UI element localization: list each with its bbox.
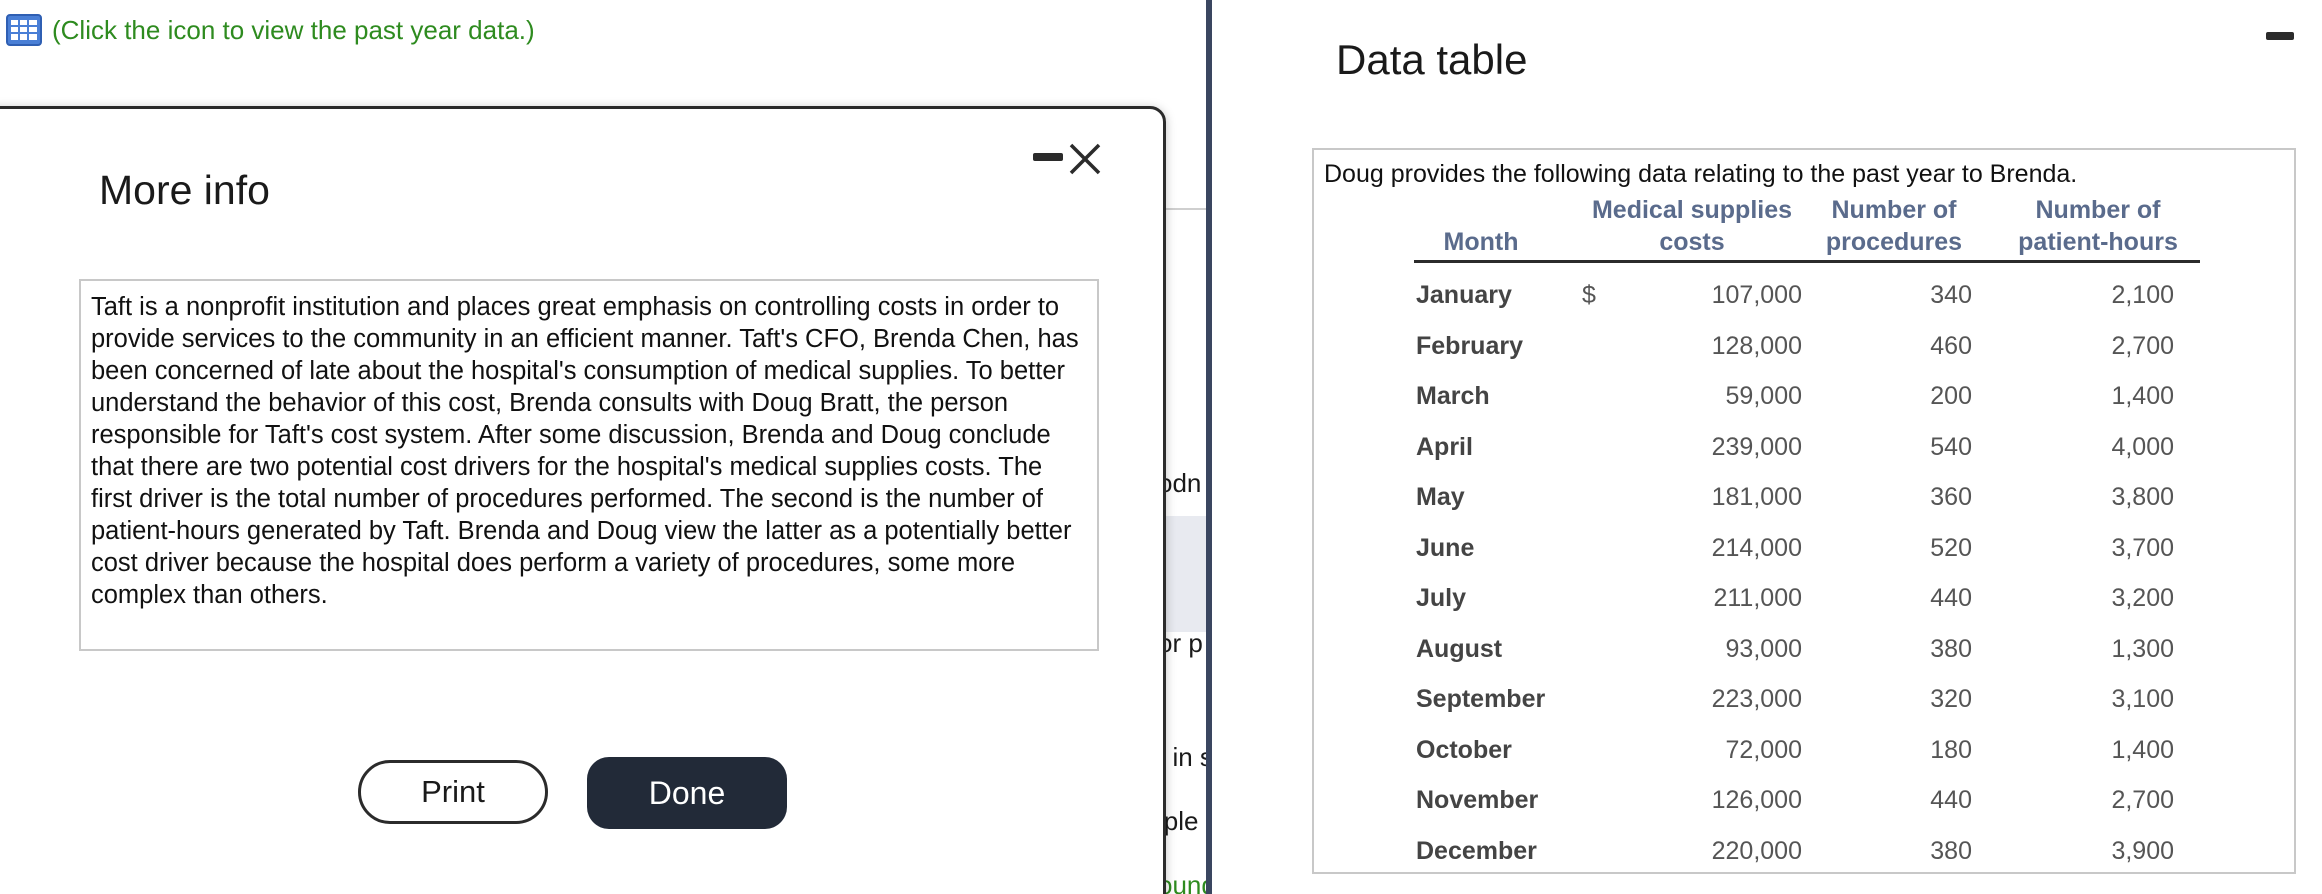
close-icon[interactable] bbox=[1063, 137, 1107, 181]
header-costs-line2: costs bbox=[1659, 228, 1725, 256]
header-procedures: Number of procedures bbox=[1814, 194, 1974, 258]
procedures-cell: 320 bbox=[1930, 685, 1972, 713]
table-row: December 220,000 380 3,900 bbox=[1314, 826, 2298, 876]
header-costs: Medical supplies costs bbox=[1572, 194, 1812, 258]
patient-hours-cell: 1,400 bbox=[2111, 382, 2174, 410]
procedures-cell: 380 bbox=[1930, 634, 1972, 663]
month-cell: November bbox=[1416, 786, 1539, 814]
patient-hours-cell: 2,700 bbox=[2111, 331, 2174, 360]
data-table-title: Data table bbox=[1336, 36, 1528, 83]
table-row: September 223,000 320 3,100 bbox=[1314, 674, 2298, 724]
patient-hours-cell: 2,100 bbox=[2111, 281, 2174, 309]
minimize-icon[interactable] bbox=[2266, 32, 2294, 40]
more-info-dialog: More info Taft is a nonprofit institutio… bbox=[0, 106, 1166, 894]
header-hours-line1: Number of bbox=[2035, 196, 2161, 224]
table-row: July 211,000 440 3,200 bbox=[1314, 573, 2298, 623]
table-row: October 72,000 180 1,400 bbox=[1314, 725, 2298, 775]
minimize-icon[interactable] bbox=[1033, 153, 1063, 161]
background-shaded-area bbox=[1160, 516, 1206, 632]
data-table-intro: Doug provides the following data relatin… bbox=[1324, 160, 2078, 188]
patient-hours-cell: 4,000 bbox=[2111, 432, 2174, 461]
header-costs-line1: Medical supplies bbox=[1591, 196, 1793, 224]
costs-cell: 223,000 bbox=[1711, 685, 1802, 713]
procedures-cell: 460 bbox=[1930, 331, 1972, 360]
costs-cell: 128,000 bbox=[1711, 331, 1802, 360]
procedures-cell: 520 bbox=[1930, 533, 1972, 562]
table-row: November 126,000 440 2,700 bbox=[1314, 775, 2298, 825]
month-cell: May bbox=[1416, 483, 1465, 511]
past-year-data-link[interactable]: (Click the icon to view the past year da… bbox=[6, 14, 535, 46]
patient-hours-cell: 3,700 bbox=[2111, 533, 2174, 562]
month-cell: August bbox=[1416, 634, 1503, 663]
month-cell: September bbox=[1416, 685, 1546, 713]
dialog-title: More info bbox=[99, 167, 270, 213]
header-procedures-line2: procedures bbox=[1825, 228, 1963, 256]
month-cell: April bbox=[1416, 432, 1473, 461]
procedures-cell: 360 bbox=[1930, 483, 1972, 511]
costs-cell: 220,000 bbox=[1711, 836, 1802, 865]
costs-cell: 107,000 bbox=[1711, 281, 1802, 309]
costs-cell: 126,000 bbox=[1711, 786, 1802, 814]
patient-hours-cell: 3,100 bbox=[2111, 685, 2174, 713]
costs-cell: 211,000 bbox=[1713, 584, 1802, 612]
background-divider bbox=[1160, 208, 1206, 210]
background-pane: (Click the icon to view the past year da… bbox=[0, 0, 1206, 894]
table-row: May 181,000 360 3,800 bbox=[1314, 472, 2298, 522]
procedures-cell: 440 bbox=[1930, 584, 1972, 612]
procedures-cell: 340 bbox=[1930, 281, 1972, 309]
currency-symbol: $ bbox=[1582, 281, 1596, 309]
print-button[interactable]: Print bbox=[358, 760, 548, 824]
info-text-box: Taft is a nonprofit institution and plac… bbox=[79, 279, 1099, 651]
table-row: June 214,000 520 3,700 bbox=[1314, 523, 2298, 573]
costs-cell: 72,000 bbox=[1725, 735, 1802, 764]
patient-hours-cell: 3,200 bbox=[2111, 584, 2174, 612]
table-row: March 59,000 200 1,400 bbox=[1314, 371, 2298, 421]
header-rule bbox=[1414, 260, 2200, 263]
costs-cell: 239,000 bbox=[1711, 432, 1802, 461]
table-row: February 128,000 460 2,700 bbox=[1314, 321, 2298, 371]
month-cell: June bbox=[1416, 533, 1475, 562]
patient-hours-cell: 1,300 bbox=[2111, 634, 2174, 663]
patient-hours-cell: 2,700 bbox=[2111, 786, 2174, 814]
patient-hours-cell: 3,900 bbox=[2111, 836, 2174, 865]
data-table-box: Doug provides the following data relatin… bbox=[1312, 148, 2296, 874]
costs-cell: 93,000 bbox=[1725, 634, 1802, 663]
costs-cell: 181,000 bbox=[1711, 483, 1802, 511]
procedures-cell: 200 bbox=[1930, 382, 1972, 410]
costs-cell: 59,000 bbox=[1725, 382, 1802, 410]
table-row: January $107,000 340 2,100 bbox=[1314, 270, 2298, 320]
header-month: Month bbox=[1416, 226, 1546, 258]
month-cell: December bbox=[1416, 836, 1537, 865]
procedures-cell: 440 bbox=[1930, 786, 1972, 814]
header-hours-line2: patient-hours bbox=[2018, 228, 2178, 256]
procedures-cell: 180 bbox=[1930, 735, 1972, 764]
table-row: April 239,000 540 4,000 bbox=[1314, 422, 2298, 472]
header-month-label: Month bbox=[1443, 228, 1519, 256]
month-cell: March bbox=[1416, 382, 1490, 410]
patient-hours-cell: 1,400 bbox=[2111, 735, 2174, 764]
procedures-cell: 380 bbox=[1930, 836, 1972, 865]
past-year-data-link-text[interactable]: (Click the icon to view the past year da… bbox=[52, 15, 535, 46]
data-table-pane: Data table Doug provides the following d… bbox=[1212, 0, 2322, 894]
done-button[interactable]: Done bbox=[587, 757, 787, 829]
table-row: August 93,000 380 1,300 bbox=[1314, 624, 2298, 674]
month-cell: January bbox=[1416, 281, 1512, 309]
month-cell: July bbox=[1416, 584, 1467, 612]
table-grid-icon[interactable] bbox=[6, 14, 42, 46]
procedures-cell: 540 bbox=[1930, 432, 1972, 461]
month-cell: February bbox=[1416, 331, 1523, 360]
month-cell: October bbox=[1416, 735, 1512, 764]
patient-hours-cell: 3,800 bbox=[2111, 483, 2174, 511]
costs-cell: 214,000 bbox=[1711, 533, 1802, 562]
header-procedures-line1: Number of bbox=[1831, 196, 1957, 224]
header-patient-hours: Number of patient-hours bbox=[1998, 194, 2198, 258]
